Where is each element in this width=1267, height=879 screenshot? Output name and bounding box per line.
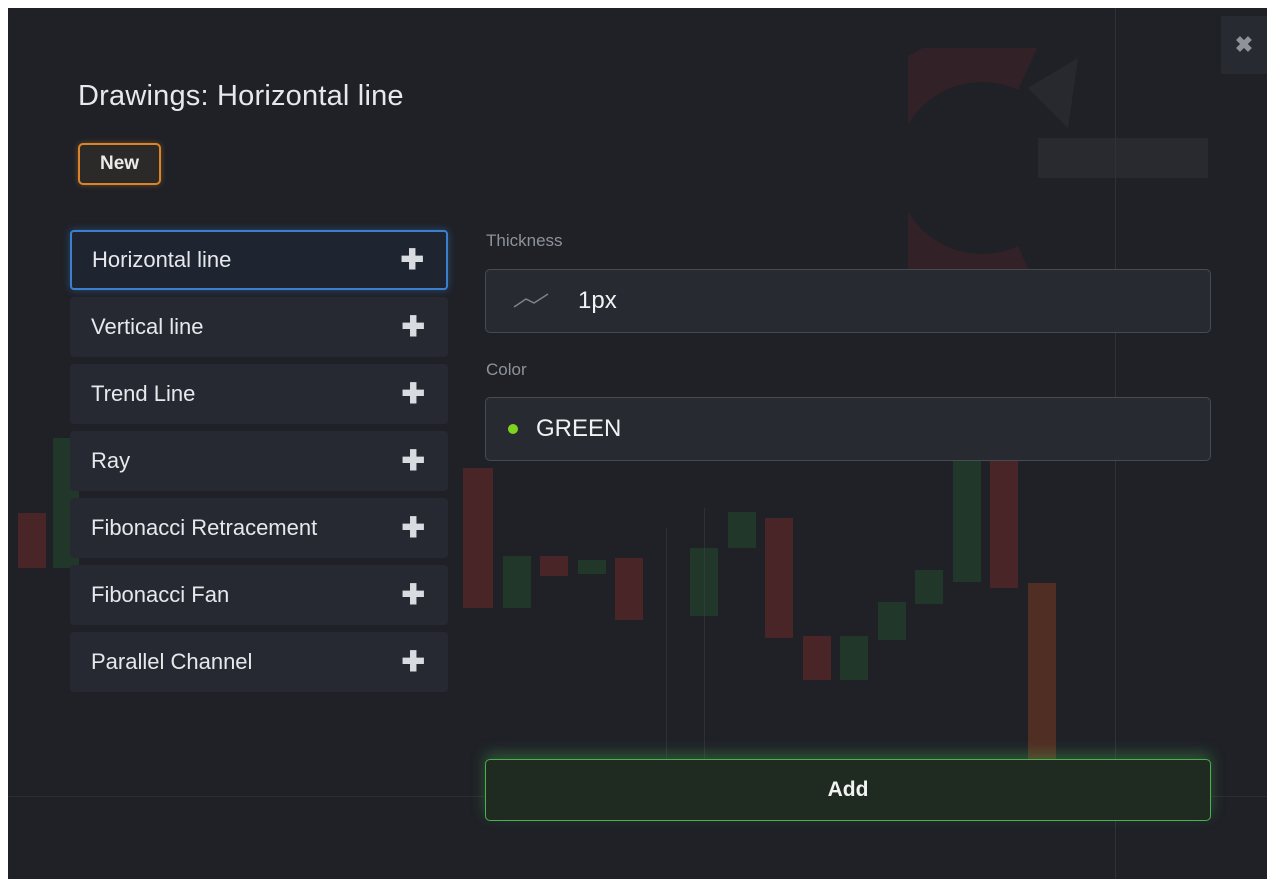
tool-item-fibonacci-retracement[interactable]: Fibonacci Retracement ✚ (70, 498, 448, 558)
plus-icon[interactable]: ✚ (402, 514, 425, 542)
chart-candle (728, 512, 756, 548)
plus-icon[interactable]: ✚ (402, 313, 425, 341)
chart-candle (578, 560, 606, 574)
close-button[interactable]: ✖ (1221, 16, 1267, 74)
tool-item-vertical-line[interactable]: Vertical line ✚ (70, 297, 448, 357)
watermark-logo (908, 48, 1208, 278)
drawings-dialog: ✖ Drawings: Horizontal line New Horizont… (8, 8, 1267, 879)
chart-wick (704, 508, 705, 768)
tool-item-ray[interactable]: Ray ✚ (70, 431, 448, 491)
chart-candle (915, 570, 943, 604)
chart-candle (878, 602, 906, 640)
plus-icon[interactable]: ✚ (402, 581, 425, 609)
chart-wick (666, 528, 667, 768)
chart-candle (463, 468, 493, 608)
plus-icon[interactable]: ✚ (401, 246, 424, 274)
dialog-title: Drawings: Horizontal line (78, 80, 404, 112)
tool-label: Trend Line (91, 381, 196, 406)
drawing-tools-list: Horizontal line ✚ Vertical line ✚ Trend … (70, 230, 448, 699)
tool-item-fibonacci-fan[interactable]: Fibonacci Fan ✚ (70, 565, 448, 625)
plus-icon[interactable]: ✚ (402, 380, 425, 408)
chart-candle (840, 636, 868, 680)
thickness-label: Thickness (486, 231, 563, 250)
chart-candle (540, 556, 568, 576)
chart-candle (803, 636, 831, 680)
chart-candle (953, 458, 981, 582)
tool-label: Fibonacci Retracement (91, 515, 318, 540)
tool-label: Vertical line (91, 314, 204, 339)
tool-item-trend-line[interactable]: Trend Line ✚ (70, 364, 448, 424)
color-select[interactable]: GREEN (485, 397, 1211, 461)
tool-item-parallel-channel[interactable]: Parallel Channel ✚ (70, 632, 448, 692)
chart-candle (615, 558, 643, 620)
plus-icon[interactable]: ✚ (402, 447, 425, 475)
tool-label: Ray (91, 448, 131, 473)
line-thickness-icon (512, 291, 550, 311)
add-button[interactable]: Add (485, 759, 1211, 821)
color-label: Color (486, 360, 527, 379)
chart-candle (765, 518, 793, 638)
tool-label: Parallel Channel (91, 649, 253, 674)
chart-candle (690, 548, 718, 616)
thickness-select[interactable]: 1px (485, 269, 1211, 333)
tool-label: Horizontal line (92, 247, 232, 272)
thickness-value: 1px (578, 287, 617, 314)
chart-candle (503, 556, 531, 608)
chart-candle (990, 460, 1018, 588)
close-icon: ✖ (1234, 32, 1254, 57)
chart-candle (18, 513, 46, 568)
tool-item-horizontal-line[interactable]: Horizontal line ✚ (70, 230, 448, 290)
tool-label: Fibonacci Fan (91, 582, 230, 607)
color-swatch (508, 424, 518, 434)
color-value: GREEN (536, 415, 622, 442)
plus-icon[interactable]: ✚ (402, 648, 425, 676)
new-button[interactable]: New (78, 143, 162, 185)
